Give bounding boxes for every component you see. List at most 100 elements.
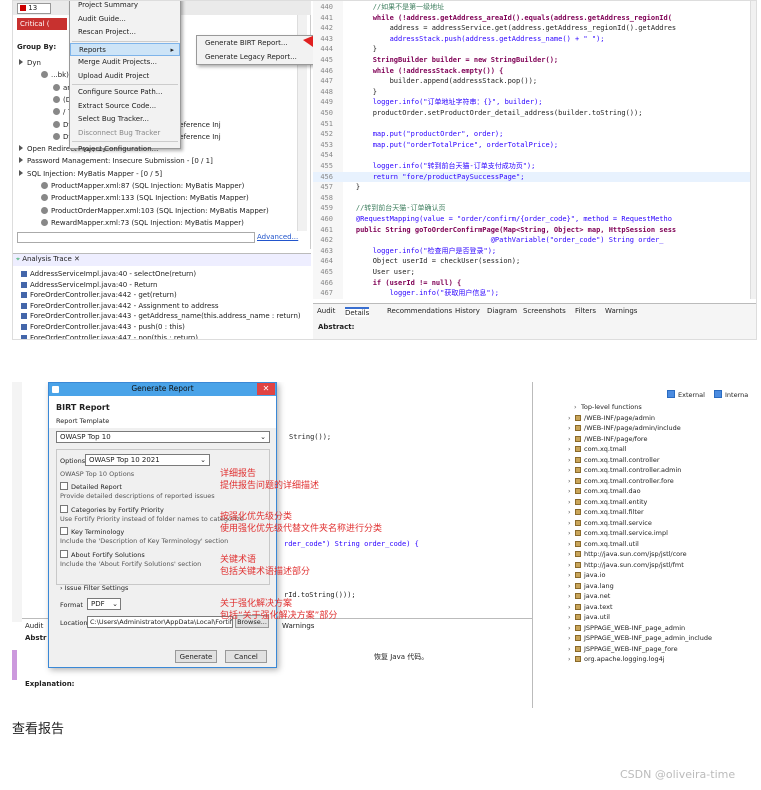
library-tree-item[interactable]: › /WEB-INF/page/admin <box>568 413 655 424</box>
submenu-item[interactable]: Generate BIRT Report... <box>197 37 313 51</box>
template-select[interactable]: OWASP Top 10 ⌄ <box>56 431 270 443</box>
trace-row[interactable]: ForeOrderController.java:447 - pop(this … <box>21 332 198 339</box>
detailed-report-checkbox[interactable]: Detailed Report <box>60 482 122 491</box>
library-tree-label: java.io <box>584 571 606 579</box>
location-input[interactable]: C:\Users\Administrator\AppData\Local\For… <box>87 616 233 628</box>
line-number: 452 <box>320 130 333 139</box>
code-line: 462 @PathVariable("order_code") String o… <box>313 235 756 246</box>
tree-row[interactable]: RewardMapper.xml:73 (SQL Injection: MyBa… <box>41 217 244 229</box>
caption: 查看报告 <box>12 722 65 737</box>
external-checkbox[interactable]: External <box>667 390 705 399</box>
package-icon <box>575 645 581 652</box>
library-tree-item[interactable]: › com.xq.tmall <box>568 444 626 455</box>
cancel-button[interactable]: Cancel <box>225 650 267 663</box>
chevron-right-icon: › <box>568 445 571 453</box>
format-select[interactable]: PDF ⌄ <box>87 598 121 610</box>
library-tree-item[interactable]: › JSPPAGE_WEB-INF_page_admin_include <box>568 633 712 644</box>
categories-priority-checkbox[interactable]: Categories by Fortify Priority <box>60 505 164 514</box>
library-tree-item[interactable]: › com.xq.tmall.filter <box>568 507 644 518</box>
tree-row[interactable]: Password Management: Insecure Submission… <box>19 155 213 167</box>
tree-row[interactable]: Dyn <box>19 57 41 69</box>
filter-search-input[interactable] <box>17 232 255 243</box>
library-tree-item[interactable]: › com.xq.tmall.controller.fore <box>568 476 674 487</box>
menu-item[interactable]: Project Configuration... <box>70 143 180 157</box>
chevron-right-icon: › <box>568 581 571 590</box>
tree-row[interactable]: SQL Injection: MyBatis Mapper - [0 / 5] <box>19 168 162 180</box>
menu-item[interactable]: Disconnect Bug Tracker <box>70 127 180 141</box>
details-tab[interactable]: Filters <box>575 307 596 315</box>
library-tree-item[interactable]: › Top-level functions <box>568 402 642 413</box>
menu-item[interactable]: Select Bug Tracker... <box>70 113 180 127</box>
library-tree-item[interactable]: › java.io <box>568 570 605 581</box>
menu-item[interactable]: Extract Source Code... <box>70 100 180 114</box>
generate-button[interactable]: Generate <box>175 650 217 663</box>
library-tree-item[interactable]: › /WEB-INF/page/admin/include <box>568 423 681 434</box>
internal-checkbox[interactable]: Interna <box>714 390 748 399</box>
code-editor[interactable]: 440 //如果不是第一级地址 441 while (!address.getAd… <box>313 1 756 299</box>
code-line: 448 } <box>313 87 756 98</box>
library-tree-item[interactable]: › http://java.sun.com/jsp/jstl/fmt <box>568 560 684 571</box>
library-tree-item[interactable]: › java.lang <box>568 581 614 592</box>
menu-item[interactable]: Reports ▸ <box>70 42 180 56</box>
library-tree-item[interactable]: › /WEB-INF/page/fore <box>568 434 647 445</box>
library-tree-item[interactable]: › com.xq.tmall.entity <box>568 497 647 508</box>
key-terminology-checkbox[interactable]: Key Terminology <box>60 527 124 536</box>
about-fortify-checkbox[interactable]: About Fortify Solutions <box>60 550 145 559</box>
library-tree-item[interactable]: › com.xq.tmall.util <box>568 539 639 550</box>
group-by-label: Group By: <box>17 43 57 51</box>
tree-row[interactable]: ProductMapper.xml:87 (SQL Injection: MyB… <box>41 180 244 192</box>
trace-step-icon <box>21 281 27 288</box>
tree-row[interactable]: ProductMapper.xml:133 (SQL Injection: My… <box>41 192 249 204</box>
editor-scrollbar[interactable] <box>750 1 756 299</box>
trace-step-icon <box>21 324 27 330</box>
package-icon <box>575 530 581 536</box>
details-tab[interactable]: Screenshots <box>523 307 566 315</box>
library-tree-item[interactable]: › org.apache.logging.log4j <box>568 654 665 665</box>
library-tree-item[interactable]: › com.xq.tmall.controller.admin <box>568 465 681 476</box>
dialog-close-button[interactable]: ✕ <box>257 383 275 395</box>
details-tab[interactable]: Diagram <box>487 307 517 315</box>
trace-tab[interactable]: ⌖ Analysis Trace ✕ <box>16 255 80 264</box>
menu-item[interactable]: Audit Guide... <box>70 13 180 27</box>
advanced-link[interactable]: Advanced... <box>257 233 298 241</box>
audit-count-tab[interactable]: 13 <box>17 3 51 14</box>
chevron-right-icon: › <box>568 413 571 422</box>
project-context-menu: Project Summary Audit Guide... Rescan Proj… <box>69 1 181 153</box>
library-tree-item[interactable]: › com.xq.tmall.dao <box>568 486 641 497</box>
library-tree-item[interactable]: › java.net <box>568 591 610 602</box>
menu-item[interactable]: Merge Audit Projects... <box>70 56 180 70</box>
critical-tab[interactable]: Critical ( <box>17 18 67 30</box>
library-tree-item[interactable]: › com.xq.tmall.service <box>568 518 652 529</box>
details-tab[interactable]: Recommendations <box>387 307 452 315</box>
menu-item[interactable]: Rescan Project... <box>70 26 180 40</box>
library-tree-item[interactable]: › com.xq.tmall.service.impl <box>568 528 668 539</box>
code-line: 450 productOrder.setProductOrder_detail_… <box>313 108 756 119</box>
details-tab[interactable]: History <box>455 307 480 315</box>
chevron-right-icon: › <box>568 497 571 506</box>
details-tab[interactable]: Audit <box>317 307 335 315</box>
menu-item[interactable]: Configure Source Path... <box>70 86 180 100</box>
details-tab[interactable]: Details <box>345 307 370 317</box>
submenu-item[interactable]: Generate Legacy Report... <box>197 51 313 65</box>
library-tree-item[interactable]: › com.xq.tmall.controller <box>568 455 660 466</box>
details-tab[interactable]: Warnings <box>605 307 637 315</box>
menu-item-label: Disconnect Bug Tracker <box>78 128 161 137</box>
menu-item[interactable]: Upload Audit Project <box>70 70 180 84</box>
options-select[interactable]: OWASP Top 10 2021 ⌄ <box>85 454 210 466</box>
library-tree-item[interactable]: › JSPPAGE_WEB-INF_page_admin <box>568 623 685 634</box>
issue-filter-expander[interactable]: › Issue Filter Settings <box>60 584 128 592</box>
line-number: 450 <box>320 109 333 117</box>
menu-item-label: Reports <box>79 45 106 54</box>
tree-row[interactable]: ProductOrderMapper.xml:103 (SQL Injectio… <box>41 205 269 217</box>
chevron-right-icon: › <box>568 518 571 527</box>
menu-item[interactable]: Project Summary <box>70 1 180 13</box>
library-tree-item[interactable]: › java.text <box>568 602 613 613</box>
library-tree-item[interactable]: › http://java.sun.com/jsp/jstl/core <box>568 549 687 560</box>
line-number: 443 <box>320 34 333 43</box>
library-tree-item[interactable]: › java.util <box>568 612 610 623</box>
trace-row-label: ForeOrderController.java:442 - Assignmen… <box>30 301 219 310</box>
menu-item-label: Configure Source Path... <box>78 88 163 96</box>
chevron-right-icon: › <box>568 644 571 653</box>
library-tree-item[interactable]: › JSPPAGE_WEB-INF_page_fore <box>568 644 678 655</box>
chevron-right-icon: › <box>568 592 571 600</box>
